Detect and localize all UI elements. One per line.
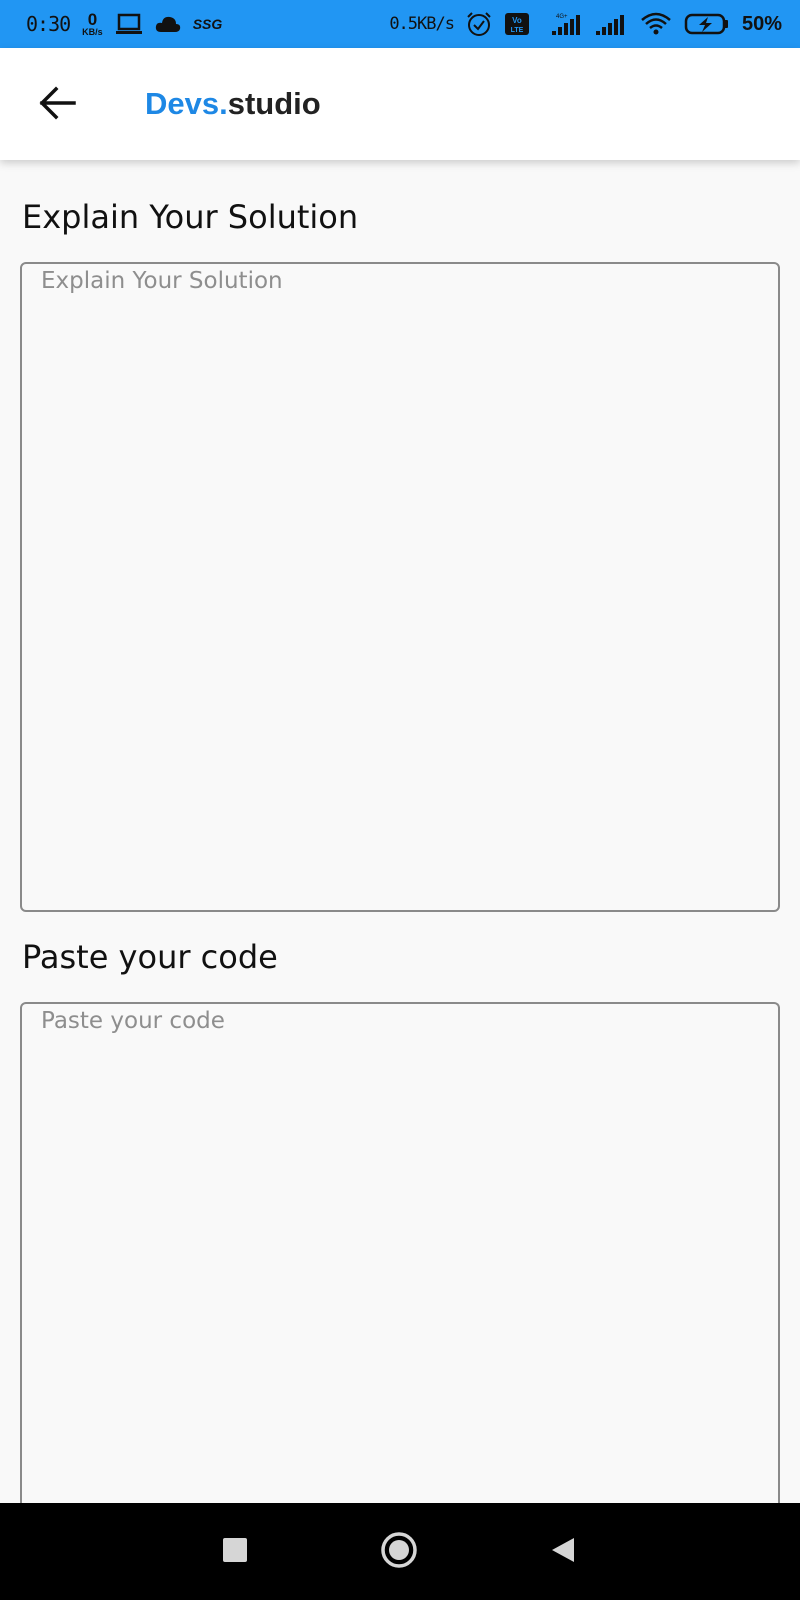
square-icon xyxy=(223,1538,247,1566)
cloud-icon xyxy=(155,15,181,33)
triangle-left-icon xyxy=(550,1536,576,1568)
laptop-icon xyxy=(115,13,143,35)
status-bar-left: 0:30 0 KB/s SSG xyxy=(26,11,222,37)
brand-accent: Devs. xyxy=(145,86,228,121)
svg-text:4G+: 4G+ xyxy=(556,14,568,20)
status-bar: 0:30 0 KB/s SSG 0.5KB/s Vo LTE 4G+ 50% xyxy=(0,0,800,48)
net-rate: 0.5KB/s xyxy=(389,14,455,34)
circle-icon xyxy=(380,1531,418,1573)
volte-icon: Vo LTE xyxy=(504,12,530,36)
code-label: Paste your code xyxy=(22,938,278,976)
wifi-icon xyxy=(640,12,672,36)
code-field-container xyxy=(20,1002,780,1522)
back-button[interactable] xyxy=(36,84,78,126)
code-textarea[interactable] xyxy=(22,1004,778,1522)
system-nav-bar xyxy=(0,1503,800,1600)
brand-title: Devs.studio xyxy=(145,84,321,124)
battery-percentage: 50% xyxy=(741,12,782,35)
solution-textarea[interactable] xyxy=(22,264,778,910)
ssg-label: SSG xyxy=(192,16,223,32)
net-speed-value: 0 xyxy=(87,10,98,29)
nav-back-button[interactable] xyxy=(542,1531,584,1573)
signal-4g-icon: 4G+ xyxy=(542,11,582,37)
net-speed-unit: KB/s xyxy=(82,27,103,37)
alarm-icon xyxy=(466,11,492,37)
solution-label: Explain Your Solution xyxy=(22,198,359,236)
app-bar: Devs.studio xyxy=(0,48,800,160)
signal-icon xyxy=(594,12,628,36)
solution-field-container xyxy=(20,262,780,912)
battery-charging-icon xyxy=(684,12,730,36)
brand-rest: studio xyxy=(227,86,321,121)
home-button[interactable] xyxy=(378,1531,420,1573)
recent-apps-button[interactable] xyxy=(214,1531,256,1573)
svg-text:Vo: Vo xyxy=(512,16,522,25)
status-bar-right: 0.5KB/s Vo LTE 4G+ 50% xyxy=(389,11,782,37)
status-time: 0:30 xyxy=(26,12,71,36)
arrow-left-icon xyxy=(38,86,76,124)
svg-text:LTE: LTE xyxy=(511,27,524,34)
net-speed-indicator: 0 KB/s xyxy=(82,11,103,37)
